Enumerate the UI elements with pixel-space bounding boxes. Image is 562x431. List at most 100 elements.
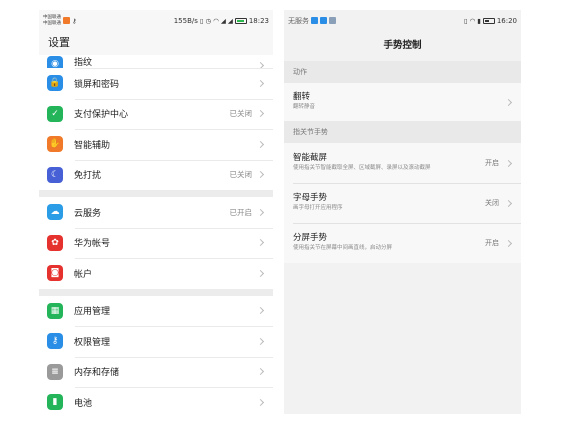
settings-row-label: 帐户: [74, 269, 93, 280]
alarm-icon: ◷: [205, 16, 212, 25]
settings-row[interactable]: ≡ 内存和存储: [39, 356, 273, 388]
settings-row[interactable]: ▦ 应用管理: [39, 296, 273, 327]
chevron-right-icon: [256, 269, 265, 277]
notification-image-icon: [329, 17, 336, 24]
settings-row[interactable]: ☾ 免打扰 已关闭: [39, 159, 273, 191]
settings-row-label: 智能辅助: [74, 140, 111, 151]
chevron-right-icon: [256, 307, 265, 315]
settings-group: ☁ 云服务 已开启 ✿ 华为帐号 ◙ 帐户: [39, 197, 273, 289]
settings-row[interactable]: ⚷ 权限管理: [39, 326, 273, 357]
gesture-description: 使用指关节智能截取全屏、区域截屏、录屏以及滚动截屏: [293, 165, 431, 172]
gesture-row[interactable]: 翻转 翻转静音: [284, 83, 521, 121]
settings-row-label: 云服务: [74, 208, 102, 219]
gesture-text: 翻转 翻转静音: [293, 92, 506, 112]
gesture-row[interactable]: 字母手势 画字母打开应用程序 关闭: [284, 183, 521, 223]
settings-row-label: 电池: [74, 398, 93, 409]
account-icon: ◙: [47, 265, 63, 282]
gesture-title: 分屏手势: [293, 233, 328, 244]
chevron-right-icon: [504, 199, 513, 207]
section-header: 动作: [284, 61, 521, 83]
gesture-text: 字母手势 画字母打开应用程序: [293, 193, 485, 213]
chevron-right-icon: [256, 337, 265, 345]
storage-icon: ≡: [47, 363, 63, 380]
chevron-right-icon: [256, 140, 265, 148]
notification-app-icon: [63, 17, 70, 24]
key-notification-icon: ⚷: [72, 16, 77, 25]
settings-row[interactable]: ✿ 华为帐号: [39, 227, 273, 259]
settings-row-status: 已关闭: [229, 109, 253, 119]
gesture-title: 智能截屏: [293, 153, 328, 164]
carrier-2: 中国联通: [43, 20, 61, 26]
status-time: 18:23: [248, 16, 269, 25]
gesture-description: 使用指关节在屏幕中间画直线，启动分屏: [293, 245, 393, 252]
settings-group: ▦ 应用管理 ⚷ 权限管理 ≡ 内存和存储 ▮ 电池: [39, 295, 273, 414]
battery-icon: [482, 17, 495, 24]
settings-group: ◉ 指纹 🔒 锁屏和密码 ✓ 支付保护中心 已关闭 ✋ 智能辅助 ☾ 免打扰 已关闭: [39, 55, 273, 190]
vibrate-icon: ▯: [199, 16, 204, 25]
sim-icon: ▮: [477, 16, 481, 25]
notification-app-2-icon: [320, 17, 327, 24]
chevron-right-icon: [256, 239, 265, 247]
settings-row-label: 指纹: [74, 58, 93, 68]
settings-row[interactable]: 🔒 锁屏和密码: [39, 68, 273, 99]
settings-row-label: 支付保护中心: [74, 110, 129, 121]
gesture-group: 翻转 翻转静音: [284, 83, 521, 121]
chevron-right-icon: [256, 398, 265, 406]
status-bar: 无服务 ▯ ◠ ▮ 16:20: [284, 10, 521, 31]
hand-icon: ✋: [47, 136, 63, 153]
battery-icon: [234, 17, 247, 24]
gesture-control-screen: 无服务 ▯ ◠ ▮ 16:20 手势控制 动作 翻转 翻转静音 指关节手势 智能截屏 使用…: [284, 10, 521, 414]
page-title: 手势控制: [284, 31, 521, 61]
settings-row[interactable]: ◙ 帐户: [39, 258, 273, 289]
page-title: 设置: [39, 31, 273, 55]
gesture-list: 动作 翻转 翻转静音 指关节手势 智能截屏 使用指关节智能截取全屏、区域截屏、录屏以及滚动…: [284, 61, 521, 263]
settings-list: ◉ 指纹 🔒 锁屏和密码 ✓ 支付保护中心 已关闭 ✋ 智能辅助 ☾ 免打扰 已关闭 ☁ 云服务 已开启 ✿ 华…: [39, 55, 273, 414]
network-speed: 155B/s: [173, 16, 198, 25]
gesture-row[interactable]: 分屏手势 使用指关节在屏幕中间画直线，启动分屏 开启: [284, 223, 521, 263]
no-service-label: 无服务: [288, 16, 309, 25]
gesture-title: 翻转: [293, 92, 311, 103]
gesture-text: 智能截屏 使用指关节智能截取全屏、区域截屏、录屏以及滚动截屏: [293, 153, 485, 173]
carrier-labels: 中国联通 中国联通: [43, 15, 61, 27]
wifi-icon: ◠: [213, 16, 219, 25]
settings-row-label: 华为帐号: [74, 239, 111, 250]
apps-grid-icon: ▦: [47, 302, 63, 319]
gesture-description: 画字母打开应用程序: [293, 205, 343, 212]
settings-row[interactable]: ✋ 智能辅助: [39, 129, 273, 160]
moon-icon: ☾: [47, 166, 63, 183]
gesture-row[interactable]: 智能截屏 使用指关节智能截取全屏、区域截屏、录屏以及滚动截屏 开启: [284, 143, 521, 183]
notification-app-icon: [311, 17, 318, 24]
settings-row-status: 已开启: [229, 207, 253, 217]
chevron-right-icon: [256, 208, 265, 216]
settings-row-label: 权限管理: [74, 337, 111, 348]
settings-row[interactable]: ✓ 支付保护中心 已关闭: [39, 98, 273, 130]
chevron-right-icon: [504, 159, 513, 167]
key-icon: ⚷: [47, 333, 63, 350]
settings-row-status: 已关闭: [229, 170, 253, 180]
settings-row[interactable]: ◉ 指纹: [39, 55, 273, 68]
chevron-right-icon: [504, 98, 513, 106]
chevron-right-icon: [256, 368, 265, 376]
chevron-right-icon: [256, 110, 265, 118]
settings-row[interactable]: ☁ 云服务 已开启: [39, 197, 273, 228]
fingerprint-icon: ◉: [47, 56, 63, 68]
section-header: 指关节手势: [284, 121, 521, 143]
settings-row-label: 内存和存储: [74, 368, 120, 379]
gesture-status: 关闭: [485, 199, 499, 207]
settings-screen: 中国联通 中国联通 ⚷ 155B/s ▯ ◷ ◠ ◢ ◢ 18:23 设置 ◉ 指…: [39, 10, 273, 414]
group-divider: [39, 190, 273, 197]
shield-check-icon: ✓: [47, 105, 63, 122]
settings-row[interactable]: ▮ 电池: [39, 387, 273, 414]
gesture-group: 智能截屏 使用指关节智能截取全屏、区域截屏、录屏以及滚动截屏 开启 字母手势 画字母打开…: [284, 143, 521, 263]
lock-icon: 🔒: [47, 75, 63, 92]
status-time: 16:20: [496, 16, 517, 25]
signal-2-icon: ◢: [227, 16, 233, 25]
cloud-icon: ☁: [47, 204, 63, 221]
gesture-status: 开启: [485, 239, 499, 247]
vibrate-icon: ▯: [463, 16, 468, 25]
chevron-right-icon: [256, 79, 265, 87]
gesture-title: 字母手势: [293, 193, 328, 204]
chevron-right-icon: [504, 239, 513, 247]
chevron-right-icon: [256, 171, 265, 179]
settings-row-label: 锁屏和密码: [74, 79, 120, 90]
